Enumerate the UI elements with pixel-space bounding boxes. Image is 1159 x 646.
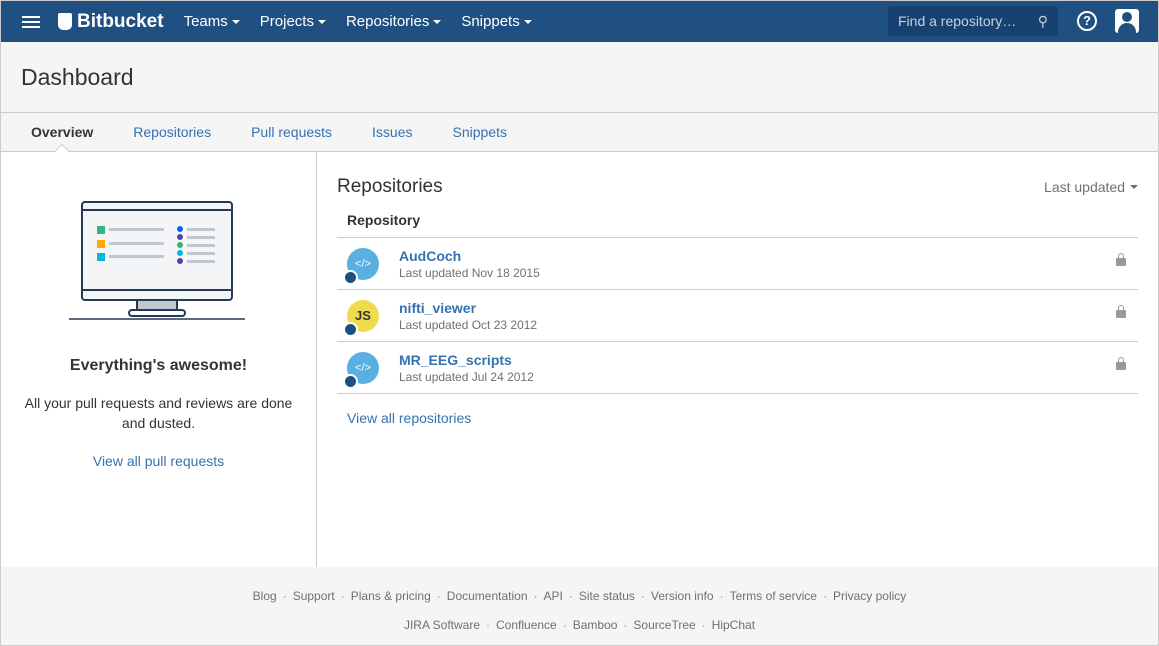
caret-down-icon: [231, 19, 240, 28]
footer-link[interactable]: SourceTree: [633, 618, 695, 632]
footer-link[interactable]: Version info: [651, 589, 714, 603]
tab-overview[interactable]: Overview: [11, 113, 113, 151]
dashboard-content: Everything's awesome! All your pull requ…: [1, 152, 1158, 567]
user-avatar[interactable]: [1115, 9, 1139, 33]
nav-projects[interactable]: Projects: [260, 13, 326, 30]
lock-icon: [1116, 253, 1126, 266]
footer-link[interactable]: Bamboo: [573, 618, 618, 632]
separator: ·: [719, 589, 724, 603]
repo-name-link[interactable]: nifti_viewer: [399, 300, 537, 316]
bitbucket-logo[interactable]: Bitbucket: [58, 11, 164, 33]
pull-requests-panel: Everything's awesome! All your pull requ…: [1, 152, 317, 567]
repo-row[interactable]: </> MR_EEG_scripts Last updated Jul 24 20…: [337, 342, 1138, 394]
search-input[interactable]: Find a repository… ⚲: [888, 6, 1058, 36]
footer-link[interactable]: Blog: [253, 589, 277, 603]
view-all-repositories-link[interactable]: View all repositories: [337, 394, 1138, 442]
view-all-pull-requests-link[interactable]: View all pull requests: [1, 453, 316, 469]
separator: ·: [623, 618, 628, 632]
caret-down-icon: [1130, 185, 1138, 193]
repo-updated: Last updated Jul 24 2012: [399, 369, 534, 384]
footer-link[interactable]: Support: [293, 589, 335, 603]
tab-pull-requests[interactable]: Pull requests: [231, 113, 352, 151]
repo-row[interactable]: </> AudCoch Last updated Nov 18 2015: [337, 238, 1138, 290]
help-icon[interactable]: ?: [1077, 11, 1097, 31]
repositories-panel: Repositories Last updated Repository </>…: [317, 152, 1158, 567]
repo-code-icon: </>: [343, 351, 379, 389]
repo-code-icon: </>: [343, 247, 379, 285]
repo-row[interactable]: JS nifti_viewer Last updated Oct 23 2012: [337, 290, 1138, 342]
tab-repositories[interactable]: Repositories: [113, 113, 231, 151]
repo-updated: Last updated Oct 23 2012: [399, 317, 538, 332]
tab-bar: Overview Repositories Pull requests Issu…: [1, 113, 1158, 152]
separator: ·: [533, 589, 538, 603]
separator: ·: [340, 589, 345, 603]
footer-link[interactable]: HipChat: [712, 618, 755, 632]
tab-snippets[interactable]: Snippets: [433, 113, 527, 151]
brand-name: Bitbucket: [77, 10, 164, 32]
nav-label: Projects: [259, 13, 314, 30]
user-icon: [343, 269, 358, 285]
tab-issues[interactable]: Issues: [352, 113, 432, 151]
user-icon: [343, 373, 358, 389]
footer-link[interactable]: Site status: [579, 589, 635, 603]
nav-repositories[interactable]: Repositories: [345, 13, 442, 30]
nav-label: Snippets: [461, 13, 520, 30]
footer-link[interactable]: Privacy policy: [833, 589, 906, 603]
separator: ·: [562, 618, 567, 632]
sort-dropdown[interactable]: Last updated: [1044, 179, 1138, 195]
lock-icon: [1116, 305, 1126, 318]
caret-down-icon: [433, 19, 442, 28]
repo-icon-glyph: </>: [355, 361, 371, 374]
repo-js-icon: JS: [343, 299, 379, 337]
separator: ·: [436, 589, 441, 603]
footer-links-products: JIRA Software · Confluence · Bamboo · SourceTr…: [1, 618, 1158, 632]
repo-name-link[interactable]: AudCoch: [399, 248, 540, 264]
footer-link[interactable]: API: [544, 589, 563, 603]
caret-down-icon: [317, 19, 326, 28]
search-placeholder: Find a repository…: [898, 13, 1017, 29]
bucket-icon: [58, 13, 72, 30]
nav-label: Repositories: [345, 13, 430, 30]
footer-link[interactable]: Documentation: [447, 589, 528, 603]
repo-icon-glyph: JS: [355, 307, 371, 323]
separator: ·: [640, 589, 645, 603]
search-icon: ⚲: [1037, 13, 1048, 29]
nav-snippets[interactable]: Snippets: [461, 13, 532, 30]
footer-links-primary: Blog · Support · Plans & pricing · Documentati…: [1, 589, 1158, 603]
footer: Blog · Support · Plans & pricing · Documentati…: [1, 567, 1158, 632]
top-navbar: Bitbucket Teams Projects Repositories Sn…: [1, 1, 1158, 42]
caret-down-icon: [523, 19, 532, 28]
empty-state-heading: Everything's awesome!: [69, 357, 248, 374]
separator: ·: [568, 589, 573, 603]
footer-link[interactable]: JIRA Software: [404, 618, 480, 632]
separator: ·: [822, 589, 827, 603]
footer-link[interactable]: Terms of service: [730, 589, 817, 603]
repo-updated: Last updated Nov 18 2015: [399, 265, 540, 280]
repo-icon-glyph: </>: [355, 257, 371, 270]
repo-name-link[interactable]: MR_EEG_scripts: [399, 352, 534, 368]
monitor-illustration-icon: [68, 201, 245, 320]
repository-column-header: Repository: [337, 198, 1138, 238]
footer-link[interactable]: Confluence: [496, 618, 557, 632]
page-title: Dashboard: [1, 42, 1158, 113]
nav-teams[interactable]: Teams: [184, 13, 240, 30]
user-icon: [343, 321, 358, 337]
separator: ·: [486, 618, 490, 632]
repositories-heading: Repositories: [337, 176, 443, 197]
menu-icon[interactable]: [22, 13, 40, 31]
separator: ·: [282, 589, 287, 603]
lock-icon: [1116, 357, 1126, 370]
empty-state-text: All your pull requests and reviews are d…: [24, 395, 293, 431]
footer-link[interactable]: Plans & pricing: [351, 589, 431, 603]
nav-label: Teams: [183, 13, 228, 30]
sort-label: Last updated: [1044, 179, 1125, 195]
separator: ·: [701, 618, 706, 632]
